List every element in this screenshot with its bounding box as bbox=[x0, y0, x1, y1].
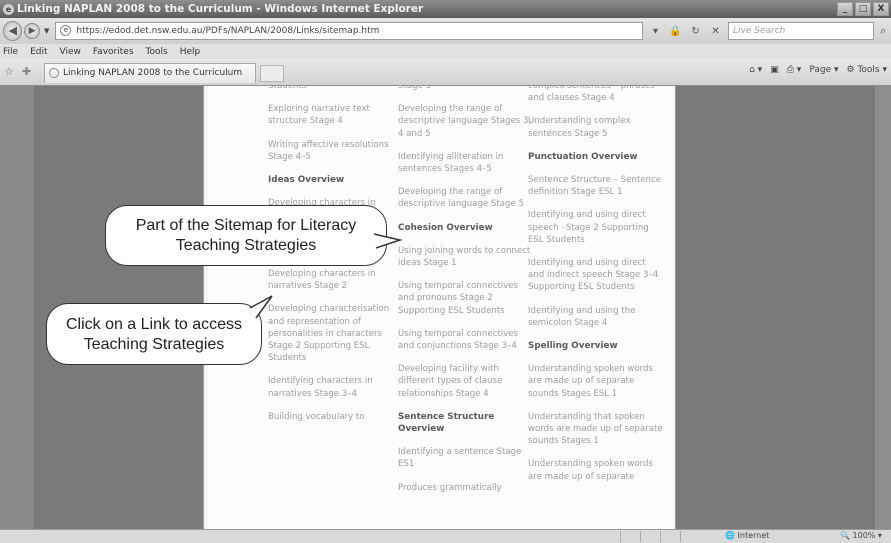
sitemap-link[interactable]: Produces grammatically bbox=[398, 482, 533, 494]
sitemap-link[interactable]: Developing characters in narratives Stag… bbox=[268, 268, 403, 292]
page-menu-label: Page bbox=[809, 65, 832, 75]
vertical-scrollbar[interactable] bbox=[875, 86, 891, 529]
sitemap-link[interactable]: Identifying characters in narratives Sta… bbox=[268, 375, 403, 399]
sitemap-section-header: Cohesion Overview bbox=[398, 222, 493, 233]
forward-button[interactable]: ▶ bbox=[24, 23, 40, 39]
sitemap-link[interactable]: Identifying and using direct and indirec… bbox=[528, 257, 663, 294]
sitemap-link[interactable]: Using temporal connectives and conjuncti… bbox=[398, 328, 533, 352]
new-tab-button[interactable] bbox=[260, 65, 284, 82]
favorites-star-icon[interactable]: ☆ bbox=[4, 65, 14, 78]
title-bar: e Linking NAPLAN 2008 to the Curriculum -… bbox=[0, 0, 891, 18]
window-controls: _ □ X bbox=[837, 2, 889, 16]
page-menu[interactable]: Page ▾ bbox=[809, 65, 838, 75]
page-icon: e bbox=[60, 25, 72, 36]
home-icon[interactable]: ⌂ ▾ bbox=[749, 65, 762, 75]
menu-help[interactable]: Help bbox=[180, 47, 201, 57]
tools-menu-label: Tools bbox=[857, 65, 880, 75]
sitemap-link[interactable]: Identifying and using the semicolon Stag… bbox=[528, 305, 663, 329]
security-zone: 🌐 Internet bbox=[725, 531, 770, 540]
menu-tools[interactable]: Tools bbox=[146, 47, 168, 57]
sitemap-link[interactable]: Understanding that spoken words are made… bbox=[528, 411, 663, 448]
feeds-icon[interactable]: ▣ bbox=[770, 65, 779, 75]
sitemap-column-3: complex sentences – phrases and clauses … bbox=[528, 86, 663, 494]
sitemap-link[interactable]: Developing facility with different types… bbox=[398, 363, 533, 400]
callout-link-pointer bbox=[249, 295, 273, 319]
callout-sitemap-text: Part of the Sitemap for Literacy Teachin… bbox=[135, 217, 357, 254]
menu-edit[interactable]: Edit bbox=[30, 47, 47, 57]
close-button[interactable]: X bbox=[873, 2, 889, 16]
search-icon[interactable]: ⌕ bbox=[876, 22, 891, 40]
sitemap-link[interactable]: Building vocabulary to bbox=[268, 411, 403, 423]
sitemap-link[interactable]: Writing affective resolutions Stage 4–5 bbox=[268, 139, 403, 163]
sitemap-link[interactable]: complex sentences – phrases and clauses … bbox=[528, 86, 663, 104]
minimize-button[interactable]: _ bbox=[837, 2, 853, 16]
tab-current[interactable]: Linking NAPLAN 2008 to the Curriculum bbox=[44, 63, 256, 83]
zoom-level-label: 100% bbox=[852, 531, 876, 540]
stop-icon[interactable]: ✕ bbox=[707, 23, 724, 40]
sitemap-link[interactable]: Using joining words to connect ideas Sta… bbox=[398, 245, 533, 269]
status-divider bbox=[620, 531, 621, 542]
sitemap-link[interactable]: Identifying alliteration in sentences St… bbox=[398, 151, 533, 175]
sitemap-link[interactable]: Understanding spoken words are made up o… bbox=[528, 458, 663, 482]
sitemap-link[interactable]: Identifying a sentence Stage ES1 bbox=[398, 446, 533, 470]
tab-label: Linking NAPLAN 2008 to the Curriculum bbox=[63, 68, 243, 78]
callout-link-text: Click on a Link to access Teaching Strat… bbox=[65, 316, 243, 353]
tab-page-icon bbox=[49, 68, 59, 78]
status-bar: 🌐 Internet 🔍 100% ▾ bbox=[0, 529, 891, 543]
add-favorite-icon[interactable]: ✚ bbox=[22, 65, 31, 78]
sitemap-section-header: Sentence Structure Overview bbox=[398, 411, 495, 435]
security-zone-label: Internet bbox=[737, 531, 770, 540]
search-input[interactable]: Live Search bbox=[728, 22, 874, 40]
url-dropdown-icon[interactable]: ▾ bbox=[647, 23, 664, 40]
sitemap-link[interactable]: Developing the range of descriptive lang… bbox=[398, 103, 533, 140]
print-icon[interactable]: ⎙ ▾ bbox=[787, 65, 802, 75]
command-tools: ⌂ ▾ ▣ ⎙ ▾ Page ▾ ⚙ Tools ▾ bbox=[749, 65, 887, 75]
sitemap-link[interactable]: Exploring narrative text structure Stage… bbox=[268, 103, 403, 127]
menu-view[interactable]: View bbox=[60, 47, 81, 57]
menu-bar: File Edit View Favorites Tools Help bbox=[0, 44, 891, 59]
status-divider bbox=[680, 531, 681, 542]
maximize-button[interactable]: □ bbox=[855, 2, 871, 16]
sitemap-link[interactable]: Understanding complex sentences Stage 5 bbox=[528, 115, 663, 139]
sitemap-section-header: Ideas Overview bbox=[268, 175, 345, 186]
url-input[interactable]: e https://edod.det.nsw.edu.au/PDFs/NAPLA… bbox=[55, 22, 644, 40]
sitemap-link[interactable]: Using temporal connectives and pronouns … bbox=[398, 280, 533, 317]
menu-file[interactable]: File bbox=[3, 47, 18, 57]
status-divider bbox=[640, 531, 641, 542]
command-bar: ☆ ✚ Linking NAPLAN 2008 to the Curriculu… bbox=[0, 59, 891, 86]
status-divider bbox=[660, 531, 661, 542]
sitemap-section-header: Punctuation Overview bbox=[528, 151, 638, 162]
lock-icon[interactable]: 🔒 bbox=[667, 23, 684, 40]
menu-favorites[interactable]: Favorites bbox=[93, 47, 134, 57]
sitemap-section-header: Spelling Overview bbox=[528, 341, 618, 352]
refresh-icon[interactable]: ↻ bbox=[687, 23, 704, 40]
back-button[interactable]: ◀ bbox=[3, 21, 23, 41]
tools-menu[interactable]: ⚙ Tools ▾ bbox=[847, 65, 888, 75]
zoom-level[interactable]: 🔍 100% ▾ bbox=[840, 531, 882, 540]
callout-link: Click on a Link to access Teaching Strat… bbox=[46, 295, 273, 365]
history-dropdown-icon[interactable]: ▼ bbox=[44, 27, 49, 35]
sitemap-link[interactable]: Students bbox=[268, 86, 403, 92]
address-tools: ▾ 🔒 ↻ ✕ bbox=[647, 23, 724, 40]
url-text: https://edod.det.nsw.edu.au/PDFs/NAPLAN/… bbox=[76, 26, 380, 36]
sitemap-link[interactable]: Identifying and using direct speech –Sta… bbox=[528, 209, 663, 246]
sitemap-link[interactable]: Developing the range of descriptive lang… bbox=[398, 186, 533, 210]
ie-logo-icon: e bbox=[3, 3, 14, 15]
callout-sitemap: Part of the Sitemap for Literacy Teachin… bbox=[105, 205, 403, 266]
window-title: Linking NAPLAN 2008 to the Curriculum - … bbox=[17, 3, 424, 15]
sitemap-link[interactable]: Understanding spoken words are made up o… bbox=[528, 363, 663, 400]
content-left-margin bbox=[0, 86, 34, 529]
address-bar: ◀ ▶ ▼ e https://edod.det.nsw.edu.au/PDFs… bbox=[0, 18, 891, 44]
sitemap-link[interactable]: Stage 3 bbox=[398, 86, 533, 92]
sitemap-column-2: Stage 3 Developing the range of descripti… bbox=[398, 86, 533, 505]
callout-sitemap-pointer bbox=[373, 233, 403, 249]
sitemap-link[interactable]: Sentence Structure – Sentence definition… bbox=[528, 174, 663, 198]
